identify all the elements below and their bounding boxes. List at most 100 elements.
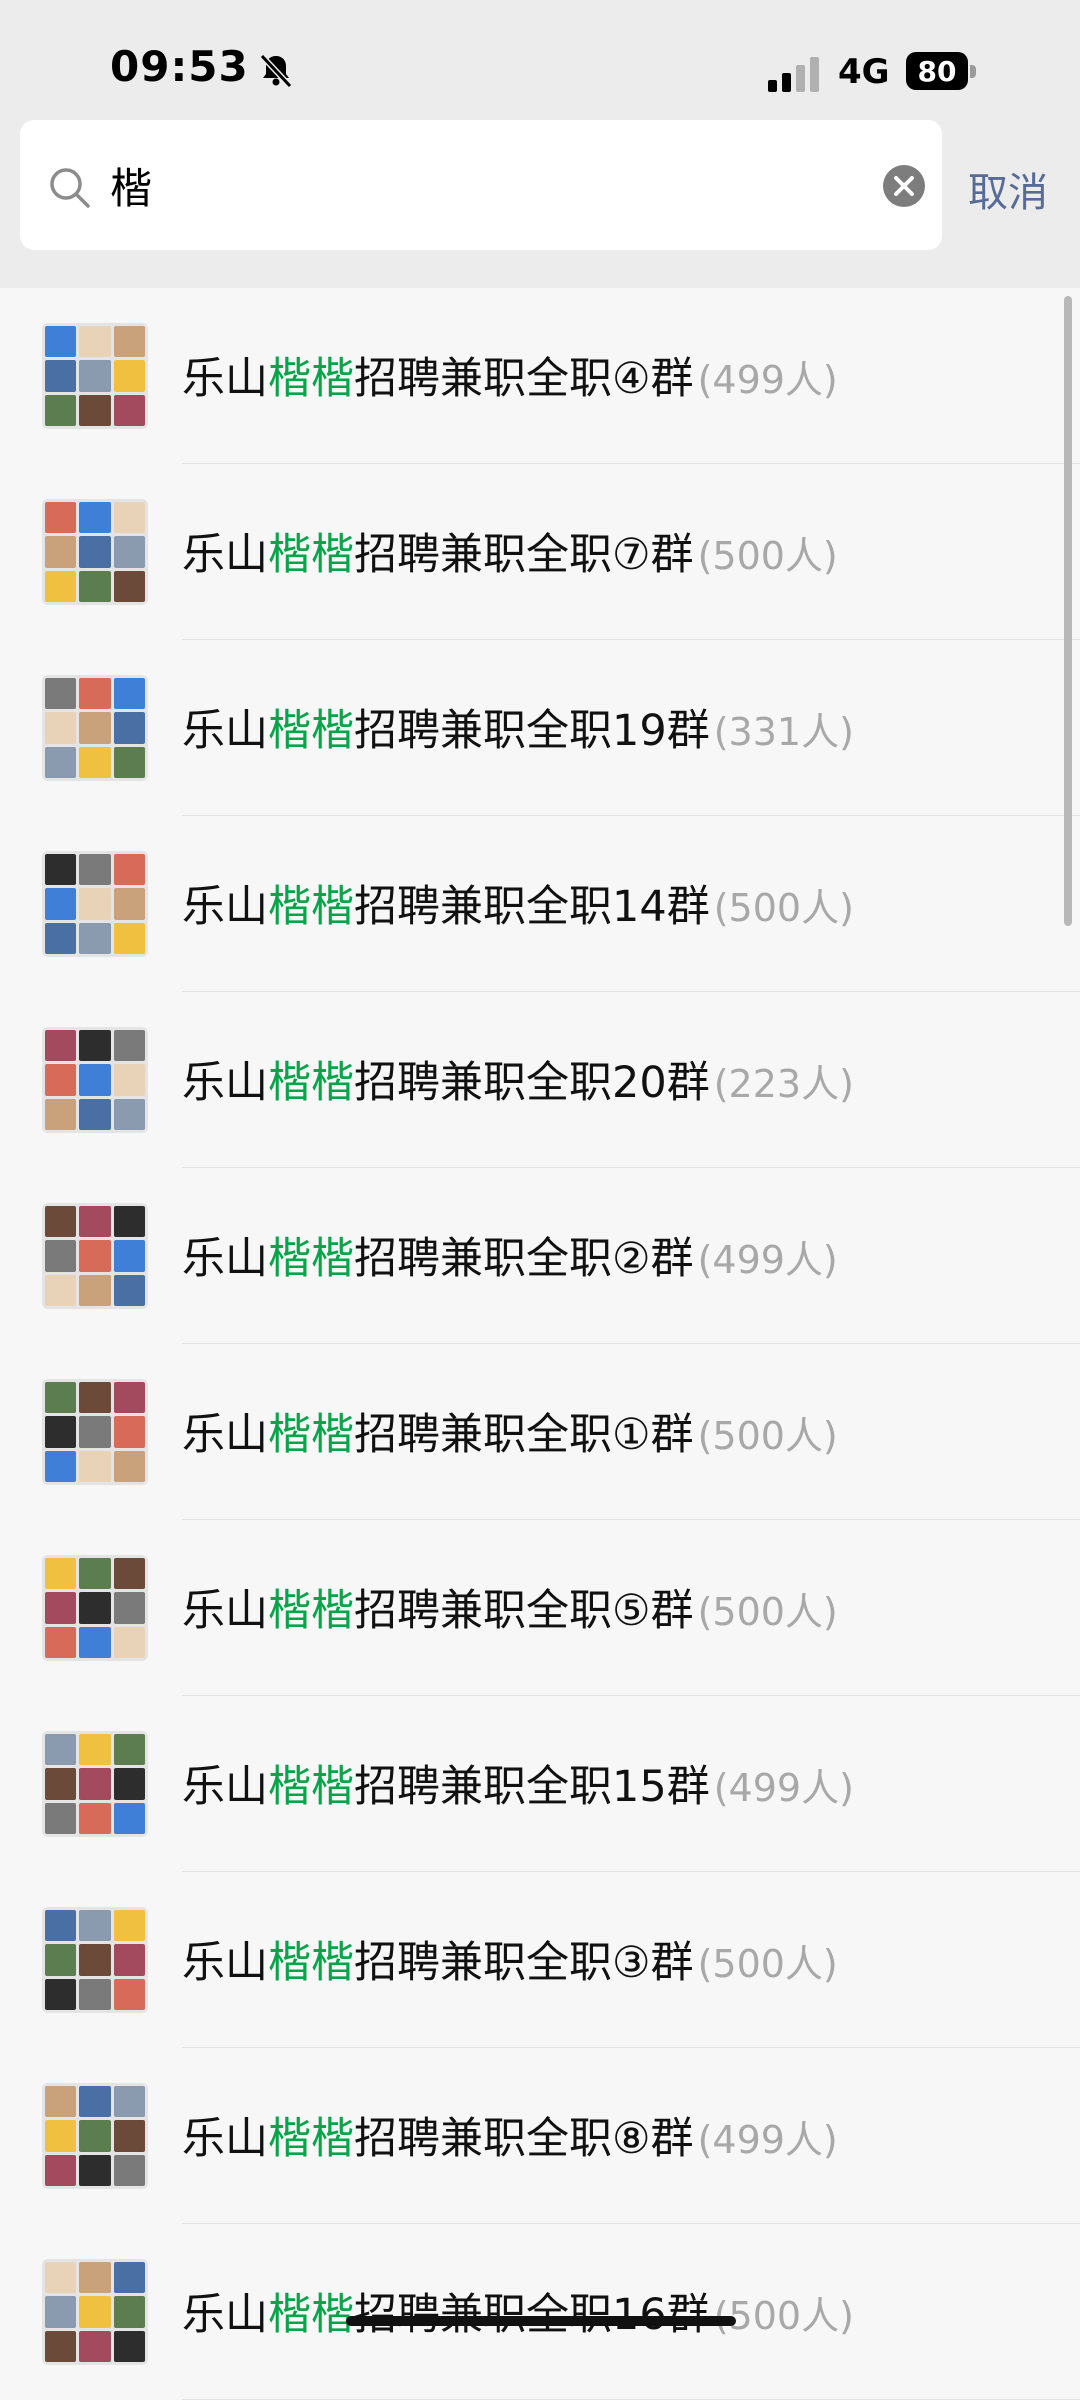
group-name: 乐山楷楷招聘兼职全职14群 (500人) — [182, 872, 854, 934]
list-item[interactable]: 乐山楷楷招聘兼职全职19群 (331人) — [0, 640, 1080, 816]
group-name-suffix: 招聘兼职全职④群 — [354, 354, 694, 404]
avatar-tile — [45, 2262, 77, 2294]
group-avatar — [42, 851, 148, 957]
avatar-tile — [79, 854, 111, 886]
group-name-highlight: 楷楷 — [268, 1410, 354, 1460]
group-name: 乐山楷楷招聘兼职全职15群 (499人) — [182, 1752, 854, 1814]
group-name-prefix: 乐山 — [182, 1058, 268, 1108]
group-name: 乐山楷楷招聘兼职全职④群 (499人) — [182, 344, 838, 406]
avatar-tile — [45, 2086, 77, 2118]
group-avatar — [42, 2259, 148, 2365]
group-name-suffix: 招聘兼职全职15群 — [354, 1762, 710, 1812]
avatar-tile — [79, 1450, 111, 1482]
avatar-tile — [113, 1382, 145, 1414]
avatar-tile — [113, 1240, 145, 1272]
group-name-count: (499人) — [697, 2118, 838, 2162]
search-input[interactable] — [110, 148, 890, 222]
group-name-prefix: 乐山 — [182, 354, 268, 404]
list-item[interactable]: 乐山楷楷招聘兼职全职②群 (499人) — [0, 1168, 1080, 1344]
group-name-highlight: 楷楷 — [268, 1762, 354, 1812]
list-item[interactable]: 乐山楷楷招聘兼职全职①群 (500人) — [0, 1344, 1080, 1520]
group-name-count: (223人) — [713, 1062, 854, 1106]
group-name: 乐山楷楷招聘兼职全职②群 (499人) — [182, 1224, 838, 1286]
avatar-tile — [45, 1450, 77, 1482]
battery-cap — [970, 65, 976, 78]
cancel-button[interactable]: 取消 — [968, 160, 1048, 218]
group-name-count: (500人) — [697, 1942, 838, 1986]
avatar-tile — [113, 1098, 145, 1130]
group-name: 乐山楷楷招聘兼职全职20群 (223人) — [182, 1048, 854, 1110]
list-item[interactable]: 乐山楷楷招聘兼职全职⑧群 (499人) — [0, 2048, 1080, 2224]
avatar-tile — [79, 536, 111, 568]
avatar-tile — [79, 1274, 111, 1306]
group-name-highlight: 楷楷 — [268, 1938, 354, 1988]
group-name-suffix: 招聘兼职全职20群 — [354, 1058, 710, 1108]
avatar-tile — [45, 502, 77, 534]
avatar-tile — [79, 1206, 111, 1238]
group-name-prefix: 乐山 — [182, 1234, 268, 1284]
avatar-tile — [113, 922, 145, 954]
avatar-tile — [113, 2120, 145, 2152]
avatar-tile — [113, 2154, 145, 2186]
list-item[interactable]: 乐山楷楷招聘兼职全职③群 (500人) — [0, 1872, 1080, 2048]
group-name: 乐山楷楷招聘兼职全职16群 (500人) — [182, 2280, 854, 2342]
list-item[interactable]: 乐山楷楷招聘兼职全职⑤群 (500人) — [0, 1520, 1080, 1696]
group-name: 乐山楷楷招聘兼职全职19群 (331人) — [182, 696, 854, 758]
network-type: 4G — [838, 52, 890, 92]
group-name-suffix: 招聘兼职全职19群 — [354, 706, 710, 756]
group-avatar — [42, 1203, 148, 1309]
avatar-tile — [113, 570, 145, 602]
avatar-tile — [79, 1240, 111, 1272]
avatar-tile — [79, 1978, 111, 2010]
group-name-count: (499人) — [713, 1766, 854, 1810]
avatar-tile — [79, 1558, 111, 1590]
avatar-tile — [45, 326, 77, 358]
group-name-highlight: 楷楷 — [268, 1234, 354, 1284]
group-name-suffix: 招聘兼职全职③群 — [354, 1938, 694, 1988]
avatar-tile — [113, 1910, 145, 1942]
group-name-prefix: 乐山 — [182, 1586, 268, 1636]
group-name-highlight: 楷楷 — [268, 530, 354, 580]
avatar-tile — [45, 1768, 77, 1800]
avatar-tile — [113, 536, 145, 568]
scrollbar[interactable] — [1064, 296, 1072, 926]
avatar-tile — [45, 888, 77, 920]
search-box[interactable] — [20, 120, 942, 250]
list-item[interactable]: 乐山楷楷招聘兼职全职④群 (499人) — [0, 288, 1080, 464]
avatar-tile — [79, 1030, 111, 1062]
avatar-tile — [79, 1910, 111, 1942]
home-indicator[interactable] — [346, 2316, 736, 2326]
avatar-tile — [79, 502, 111, 534]
avatar-tile — [79, 1802, 111, 1834]
list-item[interactable]: 乐山楷楷招聘兼职全职16群 (500人) — [0, 2224, 1080, 2400]
group-name-suffix: 招聘兼职全职16群 — [354, 2290, 710, 2340]
clear-icon[interactable] — [882, 164, 926, 208]
avatar-tile — [45, 1064, 77, 1096]
group-avatar — [42, 499, 148, 605]
group-name-prefix: 乐山 — [182, 2290, 268, 2340]
group-avatar — [42, 1731, 148, 1837]
avatar-tile — [45, 570, 77, 602]
list-item[interactable]: 乐山楷楷招聘兼职全职⑦群 (500人) — [0, 464, 1080, 640]
avatar-tile — [79, 1416, 111, 1448]
avatar-tile — [45, 1978, 77, 2010]
avatar-tile — [113, 1274, 145, 1306]
group-name-suffix: 招聘兼职全职⑤群 — [354, 1586, 694, 1636]
group-name-prefix: 乐山 — [182, 1762, 268, 1812]
avatar-tile — [113, 2086, 145, 2118]
avatar-tile — [113, 1802, 145, 1834]
avatar-tile — [113, 2296, 145, 2328]
avatar-tile — [113, 1944, 145, 1976]
group-name-suffix: 招聘兼职全职14群 — [354, 882, 710, 932]
avatar-tile — [113, 1558, 145, 1590]
avatar-tile — [45, 1734, 77, 1766]
list-item[interactable]: 乐山楷楷招聘兼职全职14群 (500人) — [0, 816, 1080, 992]
list-item[interactable]: 乐山楷楷招聘兼职全职20群 (223人) — [0, 992, 1080, 1168]
avatar-tile — [45, 1802, 77, 1834]
avatar-tile — [79, 570, 111, 602]
list-item[interactable]: 乐山楷楷招聘兼职全职15群 (499人) — [0, 1696, 1080, 1872]
avatar-tile — [45, 746, 77, 778]
avatar-tile — [45, 2120, 77, 2152]
group-avatar — [42, 323, 148, 429]
avatar-tile — [113, 1978, 145, 2010]
